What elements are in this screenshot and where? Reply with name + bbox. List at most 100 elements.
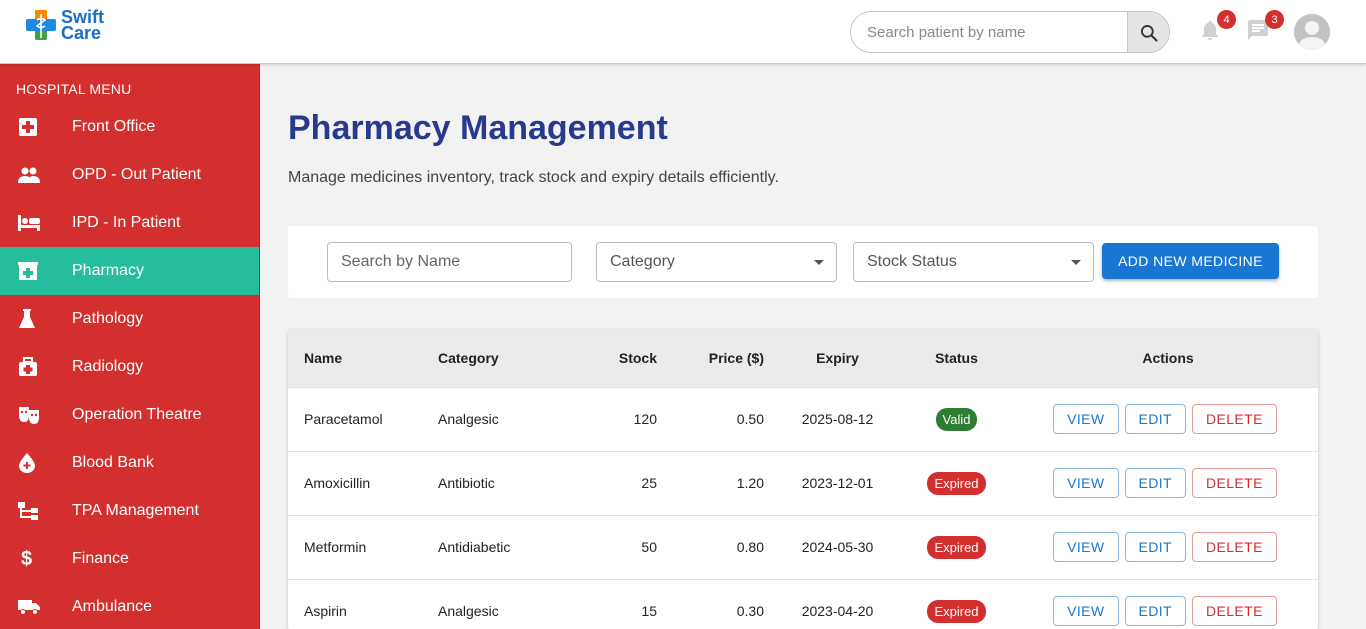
column-header-actions: Actions (1142, 350, 1194, 367)
name-search-input[interactable] (341, 253, 571, 271)
chevron-down-icon (1071, 260, 1081, 265)
column-header-status[interactable]: Status (895, 330, 1018, 387)
cell-expiry: 2025-08-12 (801, 411, 874, 427)
sidebar-item-radiology[interactable]: Radiology (0, 343, 259, 391)
chevron-down-icon (814, 260, 824, 265)
sidebar-item-label: Radiology (72, 358, 144, 375)
status-badge: Expired (927, 471, 986, 495)
sidebar-item-pharmacy[interactable]: Pharmacy (0, 247, 259, 295)
sidebar-item-tpa-management[interactable]: TPA Management (0, 487, 259, 535)
column-header-category[interactable]: Category (422, 330, 552, 387)
table-row: Aspirin Analgesic 15 0.30 2023-04-20 Exp… (288, 579, 1318, 629)
cell-name: Aspirin (304, 603, 347, 620)
sidebar-item-label: IPD - In Patient (72, 214, 181, 231)
sidebar-item-label: OPD - Out Patient (72, 166, 201, 183)
cell-name: Amoxicillin (304, 475, 371, 491)
sidebar-item-label: Operation Theatre (72, 406, 202, 423)
view-button[interactable]: VIEW (1053, 468, 1119, 498)
sidebar-item-blood-bank[interactable]: Blood Bank (0, 439, 259, 487)
hierarchy-icon (0, 501, 72, 521)
sidebar-item-label: Finance (72, 550, 129, 567)
category-select[interactable]: Category (596, 242, 837, 282)
sidebar-item-ipd[interactable]: IPD - In Patient (0, 199, 259, 247)
name-search-field (327, 242, 572, 282)
column-header-stock[interactable]: Stock (552, 330, 673, 387)
table-header-row: Name Category Stock Price ($) Expiry Sta… (288, 330, 1318, 387)
cell-category: Analgesic (438, 411, 499, 427)
swiftcare-logo[interactable]: Swift Care (24, 8, 104, 42)
cell-stock: 25 (641, 475, 657, 491)
page-title: Pharmacy Management (288, 109, 668, 147)
view-button[interactable]: VIEW (1053, 596, 1119, 627)
status-badge: Expired (927, 599, 986, 623)
filter-bar: Category Stock Status ADD NEW MEDICINE (288, 226, 1318, 298)
sidebar-title: HOSPITAL MENU (16, 81, 132, 97)
messages-button[interactable]: 3 (1246, 10, 1284, 44)
search-button[interactable] (1127, 12, 1169, 52)
medicines-table: Name Category Stock Price ($) Expiry Sta… (288, 330, 1318, 629)
edit-button[interactable]: EDIT (1124, 596, 1186, 627)
stock-status-select[interactable]: Stock Status (853, 242, 1094, 282)
cell-stock: 15 (641, 603, 657, 620)
cell-status: Expired (895, 515, 1018, 579)
top-header: Swift Care 4 3 (0, 0, 1366, 64)
blood-drop-icon (0, 453, 72, 473)
notifications-badge: 4 (1217, 10, 1236, 29)
edit-button[interactable]: EDIT (1124, 404, 1186, 434)
cell-price: 1.20 (736, 475, 764, 491)
flask-icon (0, 309, 72, 329)
cell-actions: VIEW EDIT DELETE (1018, 579, 1318, 629)
user-avatar[interactable] (1294, 14, 1330, 50)
cell-category: Analgesic (438, 603, 499, 620)
cell-price: 0.50 (736, 411, 764, 427)
cell-stock: 120 (633, 411, 657, 427)
sidebar-item-label: TPA Management (72, 502, 199, 519)
edit-button[interactable]: EDIT (1124, 532, 1186, 562)
sidebar-item-front-office[interactable]: Front Office (0, 103, 259, 151)
column-header-name[interactable]: Name (288, 330, 422, 387)
sidebar-item-pathology[interactable]: Pathology (0, 295, 259, 343)
hospital-sidebar: HOSPITAL MENU Front Office OPD - Out Pat… (0, 64, 260, 629)
patient-search (850, 11, 1170, 53)
status-badge: Expired (927, 535, 986, 559)
sidebar-item-label: Pathology (72, 310, 144, 327)
main-content: Pharmacy Management Manage medicines inv… (260, 64, 1366, 629)
notifications-button[interactable]: 4 (1198, 10, 1236, 44)
cell-category: Antibiotic (438, 475, 495, 491)
first-aid-icon (0, 117, 72, 137)
view-button[interactable]: VIEW (1053, 532, 1119, 562)
delete-button[interactable]: DELETE (1192, 468, 1277, 498)
sidebar-item-label: Blood Bank (72, 454, 154, 471)
table-row: Amoxicillin Antibiotic 25 1.20 2023-12-0… (288, 451, 1318, 515)
medicines-table-card: Name Category Stock Price ($) Expiry Sta… (288, 330, 1318, 629)
sidebar-item-operation-theatre[interactable]: Operation Theatre (0, 391, 259, 439)
page-subtitle: Manage medicines inventory, track stock … (288, 169, 779, 186)
sidebar-item-ambulance[interactable]: Ambulance (0, 583, 259, 629)
pharmacy-icon (0, 261, 72, 281)
edit-button[interactable]: EDIT (1124, 468, 1186, 498)
cell-actions: VIEW EDIT DELETE (1018, 387, 1318, 451)
status-badge: Valid (935, 407, 978, 431)
add-new-medicine-button[interactable]: ADD NEW MEDICINE (1102, 243, 1279, 279)
cell-price: 0.30 (736, 603, 764, 620)
table-row: Metformin Antidiabetic 50 0.80 2024-05-3… (288, 515, 1318, 579)
column-header-expiry[interactable]: Expiry (780, 330, 895, 387)
cell-actions: VIEW EDIT DELETE (1018, 515, 1318, 579)
medical-bag-icon (0, 357, 72, 377)
cell-expiry: 2023-12-01 (801, 475, 874, 491)
cell-name: Metformin (304, 539, 367, 555)
theatre-masks-icon (0, 405, 72, 425)
delete-button[interactable]: DELETE (1192, 596, 1277, 627)
view-button[interactable]: VIEW (1053, 404, 1119, 434)
delete-button[interactable]: DELETE (1192, 404, 1277, 434)
sidebar-item-opd[interactable]: OPD - Out Patient (0, 151, 259, 199)
cell-expiry: 2023-04-20 (801, 603, 874, 620)
sidebar-item-label: Front Office (72, 118, 156, 135)
delete-button[interactable]: DELETE (1192, 532, 1277, 562)
category-select-label: Category (610, 253, 675, 270)
sidebar-item-finance[interactable]: $ Finance (0, 535, 259, 583)
patient-search-input[interactable] (851, 12, 1127, 52)
column-header-price[interactable]: Price ($) (673, 330, 780, 387)
table-row: Paracetamol Analgesic 120 0.50 2025-08-1… (288, 387, 1318, 451)
user-icon (1294, 14, 1330, 50)
